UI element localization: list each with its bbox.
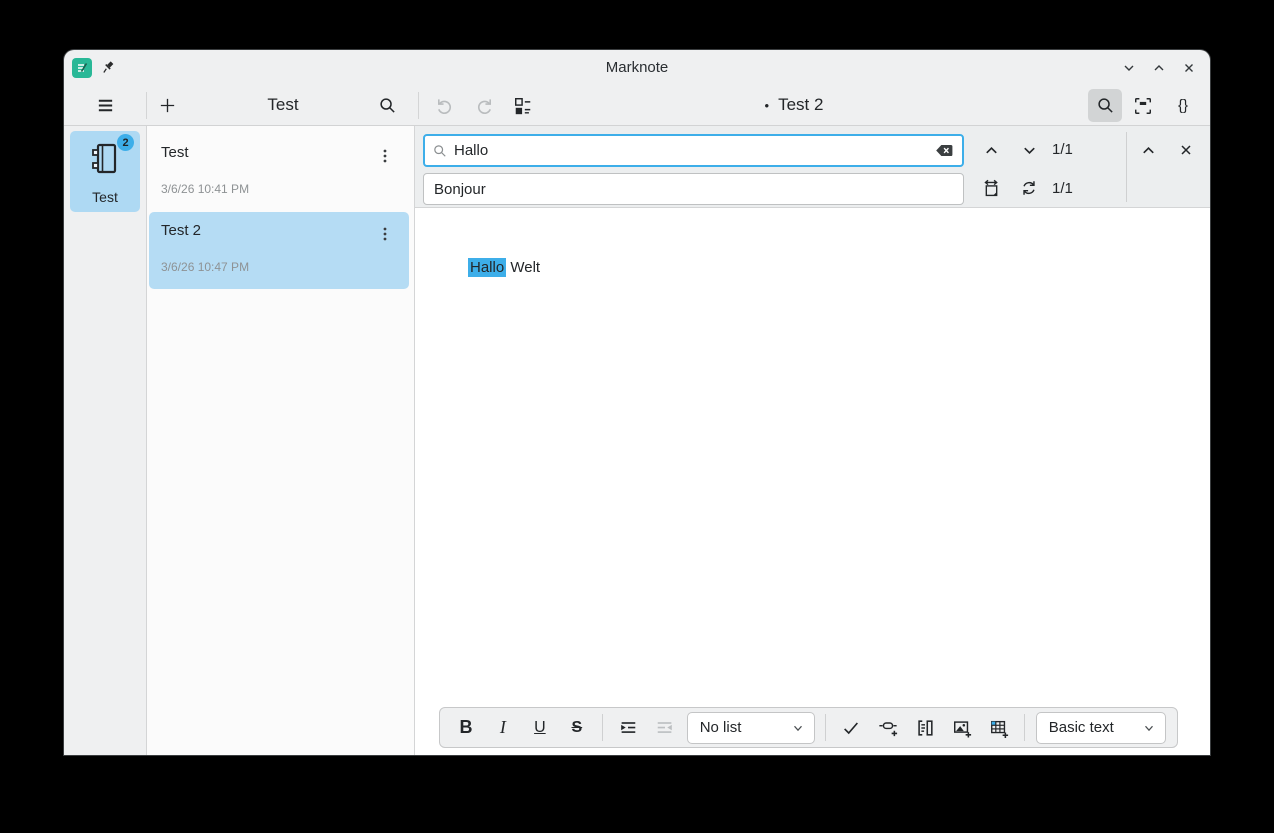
note-view-toggle-button[interactable] <box>506 89 540 122</box>
replace-value-text: Bonjour <box>434 180 486 198</box>
italic-button[interactable]: I <box>488 712 518 743</box>
braces-icon: {} <box>1177 97 1189 114</box>
underline-button[interactable]: U <box>525 712 555 743</box>
previous-match-button[interactable] <box>975 135 1007 165</box>
insert-table-button[interactable] <box>984 712 1014 743</box>
next-match-button[interactable] <box>1013 135 1045 165</box>
indent-less-icon <box>657 721 672 733</box>
note-list: Test 3/6/26 10:41 PM Test 2 3/6/26 10:47… <box>147 126 415 755</box>
code-block-icon <box>918 719 933 736</box>
insert-code-block-button[interactable] <box>910 712 940 743</box>
indent-button[interactable] <box>613 712 643 743</box>
content-area: 2 Test Test 3/6/26 10:41 PM Test 2 3/6/2… <box>64 126 1210 755</box>
task-list-button[interactable] <box>836 712 866 743</box>
format-separator <box>601 714 603 741</box>
table-add-icon <box>990 720 1008 738</box>
chevron-down-icon <box>1144 725 1153 731</box>
note-date: 3/6/26 10:47 PM <box>161 260 250 274</box>
list-style-dropdown[interactable]: No list <box>686 711 816 744</box>
kebab-menu-icon <box>383 227 387 241</box>
chevron-up-icon <box>985 146 997 153</box>
minimize-button[interactable] <box>1118 57 1140 79</box>
search-query-text: Hallo <box>454 142 489 159</box>
list-style-value: No list <box>699 719 742 736</box>
replace-input[interactable]: Bonjour <box>423 173 964 205</box>
note-list-item[interactable]: Test 3/6/26 10:41 PM <box>149 134 409 211</box>
notebook-sidebar: 2 Test <box>64 126 147 755</box>
insert-image-button[interactable] <box>947 712 977 743</box>
search-notes-button[interactable] <box>370 89 404 122</box>
checkmark-icon <box>844 721 858 734</box>
titlebar: Marknote <box>64 50 1210 85</box>
focus-mode-button[interactable] <box>1126 89 1160 122</box>
note-editor[interactable]: Hallo Welt B I U S No list Basic text <box>415 208 1210 755</box>
modified-indicator: • <box>764 97 770 113</box>
close-icon <box>1181 145 1191 155</box>
format-toolbar: B I U S No list Basic text <box>439 707 1178 748</box>
redo-icon <box>477 99 491 114</box>
focus-mode-icon <box>1135 97 1151 114</box>
search-replace-panel: Hallo 1/1 Bonjour 1/1 <box>415 126 1210 208</box>
kebab-menu-icon <box>383 149 387 163</box>
note-list-item-selected[interactable]: Test 2 3/6/26 10:47 PM <box>149 212 409 289</box>
chevron-down-icon <box>1023 147 1035 154</box>
editor-header-title: • Test 2 <box>764 95 824 114</box>
markdown-source-button[interactable]: {} <box>1166 89 1200 122</box>
notebook-count-badge: 2 <box>117 134 134 151</box>
search-input[interactable]: Hallo <box>423 134 964 167</box>
hamburger-menu-button[interactable] <box>88 89 122 122</box>
close-search-button[interactable] <box>1170 135 1202 165</box>
redo-button[interactable] <box>467 89 501 122</box>
note-title: Test <box>161 144 189 161</box>
link-add-icon <box>879 721 897 736</box>
main-toolbar: Test • Test 2 {} <box>64 85 1210 126</box>
insert-link-button[interactable] <box>873 712 903 743</box>
hamburger-icon <box>98 99 112 112</box>
search-panel-separator <box>1126 132 1127 202</box>
search-highlight: Hallo <box>468 258 507 277</box>
note-options-button[interactable] <box>373 144 397 168</box>
maximize-button[interactable] <box>1148 57 1170 79</box>
toolbar-separator <box>146 92 147 119</box>
replace-all-icon <box>1023 181 1035 195</box>
search-icon <box>434 144 446 157</box>
replace-icon <box>983 179 998 196</box>
bold-button[interactable]: B <box>451 712 481 743</box>
collapse-replace-button[interactable] <box>1132 135 1164 165</box>
view-list-details-icon <box>515 97 531 114</box>
marknote-window: Marknote Test • Test 2 {} 2 Test Test 3/… <box>64 50 1210 755</box>
text-style-value: Basic text <box>1048 719 1114 736</box>
note-title: Test 2 <box>161 222 202 239</box>
clear-search-icon[interactable] <box>935 143 954 158</box>
window-controls <box>1118 57 1210 79</box>
chevron-down-icon <box>794 725 803 731</box>
note-date: 3/6/26 10:41 PM <box>161 182 250 196</box>
editor-pane: Hallo 1/1 Bonjour 1/1 Hallo Welt B I U S… <box>415 126 1210 755</box>
search-icon <box>379 98 395 113</box>
search-in-note-button[interactable] <box>1088 89 1122 122</box>
note-options-button[interactable] <box>373 222 397 246</box>
format-separator <box>1023 714 1025 741</box>
format-separator <box>825 714 826 741</box>
toolbar-separator <box>418 92 419 119</box>
undo-icon <box>437 99 451 114</box>
replace-count: 1/1 <box>1052 180 1073 197</box>
chevron-up-icon <box>1142 146 1154 153</box>
undo-button[interactable] <box>427 89 461 122</box>
notebook-label: Test <box>92 189 118 205</box>
close-button[interactable] <box>1178 57 1200 79</box>
search-icon <box>1097 98 1113 113</box>
match-count: 1/1 <box>1052 141 1073 158</box>
document-text-line: Hallo Welt <box>468 258 541 277</box>
image-add-icon <box>953 720 971 738</box>
replace-all-button[interactable] <box>1013 173 1045 203</box>
strikethrough-button[interactable]: S <box>562 712 592 743</box>
sidebar-item-notebook-test[interactable]: 2 Test <box>70 131 140 212</box>
replace-button[interactable] <box>975 173 1007 203</box>
text-style-dropdown[interactable]: Basic text <box>1035 711 1166 744</box>
outdent-button[interactable] <box>650 712 680 743</box>
window-title: Marknote <box>605 59 669 76</box>
indent-more-icon <box>620 721 636 733</box>
